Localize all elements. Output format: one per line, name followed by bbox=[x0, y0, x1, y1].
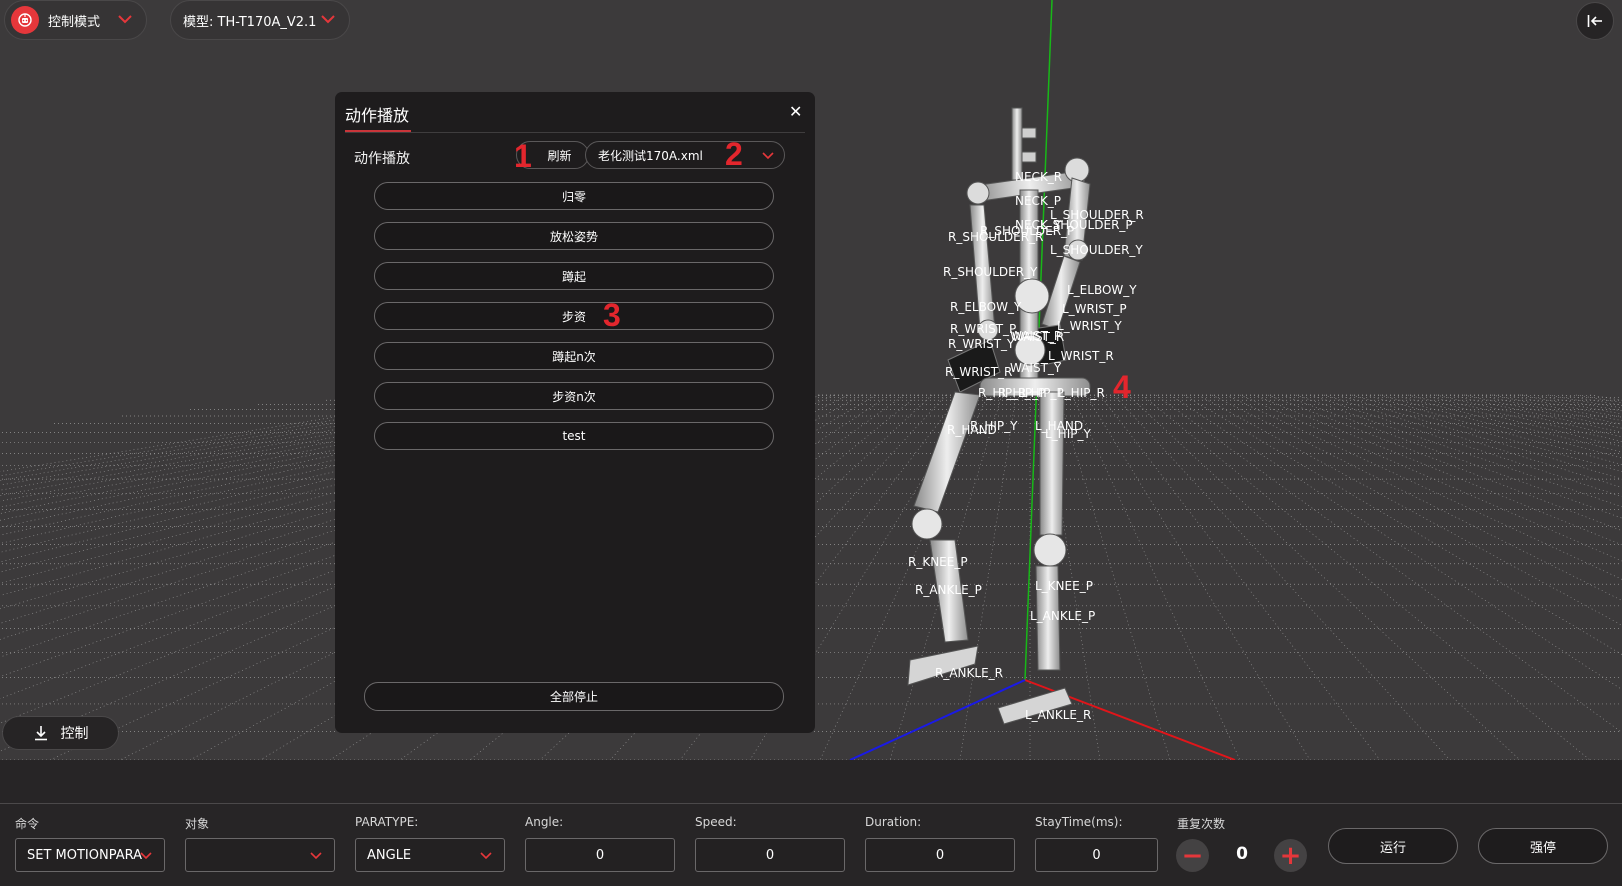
action-button-reset[interactable]: 归零 bbox=[374, 182, 774, 210]
control-mode-selector[interactable]: 控制模式 bbox=[4, 0, 147, 40]
joint-label-r-shoulder-p: R_SHOULDER_P bbox=[980, 224, 1074, 238]
speed-input[interactable]: 0 bbox=[695, 838, 845, 872]
control-mode-label: 控制模式 bbox=[48, 14, 101, 30]
download-icon bbox=[34, 726, 47, 741]
joint-label-r-elbow-y: R_ELBOW_Y bbox=[950, 300, 1022, 314]
target-label: 对象 bbox=[185, 817, 210, 831]
command-value: SET MOTIONPARA bbox=[27, 847, 143, 863]
target-select[interactable] bbox=[185, 838, 335, 872]
annotation-marker-3: 3 bbox=[603, 297, 621, 333]
chevron-down-icon bbox=[480, 852, 492, 860]
joint-label-r-wrist-r: R_WRIST_R bbox=[945, 365, 1012, 379]
repeat-count-value: 0 bbox=[1236, 844, 1248, 864]
annotation-marker-1: 1 bbox=[514, 138, 532, 174]
joint-label-l-knee-p: L_KNEE_P bbox=[1035, 579, 1093, 593]
plus-icon: + bbox=[1279, 840, 1302, 871]
joint-label-l-ankle-p: L_ANKLE_P bbox=[1030, 609, 1095, 623]
repeat-count-label: 重复次数 bbox=[1177, 817, 1226, 831]
annotation-marker-2: 2 bbox=[725, 136, 743, 172]
close-icon[interactable]: ✕ bbox=[789, 102, 802, 121]
joint-label-waist-p: WAIST_P bbox=[1010, 329, 1061, 343]
joint-label-r-wrist-y: R_WRIST_Y bbox=[948, 337, 1015, 351]
chevron-down-icon bbox=[762, 152, 774, 160]
motion-file-value: 老化测试170A.xml bbox=[598, 148, 703, 163]
joint-label-r-ankle-p: R_ANKLE_P bbox=[915, 583, 982, 597]
section-label: 动作播放 bbox=[354, 151, 410, 167]
motion-file-select[interactable]: 老化测试170A.xml bbox=[585, 141, 785, 169]
joint-label-r-hand: R_HAND bbox=[947, 423, 997, 437]
robot-logo-icon bbox=[11, 6, 39, 34]
duration-input[interactable]: 0 bbox=[865, 838, 1015, 872]
joint-label-neck-r: NECK_R bbox=[1015, 170, 1062, 184]
joint-label-l-hip-y: L_HIP_Y bbox=[1045, 427, 1091, 441]
action-button-step[interactable]: 步资 bbox=[374, 302, 774, 330]
command-select[interactable]: SET MOTIONPARA bbox=[15, 838, 165, 872]
action-button-step-n[interactable]: 步资n次 bbox=[374, 382, 774, 410]
joint-label-r-ankle-r: R_ANKLE_R bbox=[935, 666, 1003, 680]
joint-label-l-wrist-p: L_WRIST_P bbox=[1062, 302, 1127, 316]
paratype-label: PARATYPE: bbox=[355, 815, 419, 829]
command-label: 命令 bbox=[15, 817, 40, 831]
run-button[interactable]: 运行 bbox=[1328, 828, 1458, 864]
chevron-down-icon bbox=[118, 15, 132, 24]
speed-label: Speed: bbox=[695, 815, 737, 829]
annotation-marker-4: 4 bbox=[1113, 369, 1131, 405]
joint-label-l-hip-r: L_HIP_R bbox=[1058, 386, 1105, 400]
action-button-test[interactable]: test bbox=[374, 422, 774, 450]
collapse-left-icon bbox=[1587, 15, 1602, 27]
joint-label-l-wrist-y: L_WRIST_Y bbox=[1057, 319, 1122, 333]
joint-label-l-elbow-y: L_ELBOW_Y bbox=[1067, 283, 1137, 297]
duration-label: Duration: bbox=[865, 815, 922, 829]
chevron-down-icon bbox=[140, 852, 152, 860]
dialog-title: 动作播放 bbox=[345, 106, 410, 125]
joint-label-r-shoulder-y: R_SHOULDER_Y bbox=[943, 265, 1038, 279]
app-root: NECK_R NECK_P L_SHOULDER_R NECK_Y L_SHOULDER… bbox=[0, 0, 1622, 886]
control-button-label: 控制 bbox=[60, 726, 89, 742]
staytime-input[interactable]: 0 bbox=[1035, 838, 1158, 872]
paratype-value: ANGLE bbox=[367, 847, 412, 863]
joint-label-r-wrist-p: R_WRIST_P bbox=[950, 322, 1016, 336]
action-button-squat-n[interactable]: 蹲起n次 bbox=[374, 342, 774, 370]
angle-label: Angle: bbox=[525, 815, 564, 829]
joint-label-l-ankle-r: L_ANKLE_R bbox=[1025, 708, 1091, 722]
joint-label-waist-y: WAIST_Y bbox=[1010, 361, 1062, 375]
action-button-squat[interactable]: 蹲起 bbox=[374, 262, 774, 290]
command-bar-divider bbox=[0, 803, 1622, 804]
increment-button[interactable]: + bbox=[1274, 839, 1307, 872]
joint-label-l-shoulder-y: L_SHOULDER_Y bbox=[1050, 243, 1143, 257]
robot-model[interactable] bbox=[907, 107, 1091, 725]
joint-label-r-knee-p: R_KNEE_P bbox=[908, 555, 968, 569]
chevron-down-icon bbox=[321, 15, 335, 24]
joint-label-l-hip-p: L_HIP_P bbox=[1018, 386, 1064, 400]
control-toggle-button[interactable]: 控制 bbox=[2, 716, 119, 750]
dialog-separator bbox=[345, 132, 805, 133]
model-selector[interactable]: 模型: TH-T170A_V2.1 bbox=[170, 0, 350, 40]
model-label: 模型: TH-T170A_V2.1 bbox=[183, 14, 317, 30]
emergency-stop-button[interactable]: 强停 bbox=[1478, 828, 1608, 864]
chevron-down-icon bbox=[310, 852, 322, 860]
collapse-panel-button[interactable] bbox=[1576, 2, 1614, 40]
staytime-label: StayTime(ms): bbox=[1035, 815, 1123, 829]
decrement-button[interactable]: − bbox=[1176, 839, 1209, 872]
paratype-select[interactable]: ANGLE bbox=[355, 838, 505, 872]
joint-label-neck-p: NECK_P bbox=[1015, 194, 1061, 208]
motion-playback-dialog: 动作播放 ✕ 动作播放 刷新 老化测试170A.xml 归零 放松姿势 蹲起 步… bbox=[335, 92, 815, 733]
angle-input[interactable]: 0 bbox=[525, 838, 675, 872]
stop-all-button[interactable]: 全部停止 bbox=[364, 682, 784, 711]
minus-icon: − bbox=[1181, 840, 1204, 871]
action-button-relax[interactable]: 放松姿势 bbox=[374, 222, 774, 250]
